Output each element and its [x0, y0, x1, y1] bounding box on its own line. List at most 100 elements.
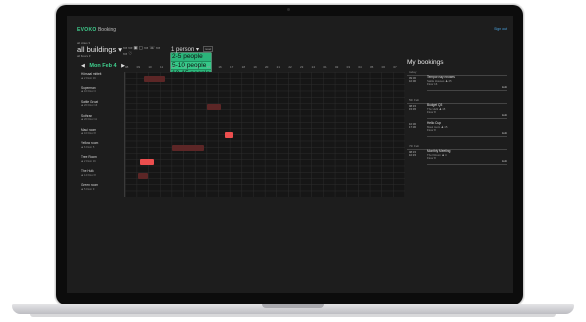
edit-booking-button[interactable]: Edit [502, 159, 507, 163]
booking-floor: Floor 16 [427, 82, 438, 86]
laptop-notch [262, 304, 324, 308]
hour-label: 20 [265, 65, 269, 69]
logo: EVOKO Booking [77, 27, 116, 33]
room-row[interactable]: Green room ♟ 5 Floor 9 [81, 183, 125, 191]
room-meta: ♟ 10 Floor 3 [81, 90, 96, 94]
floor-select[interactable]: all floors ▾ [77, 54, 91, 58]
hour-label: 17 [230, 65, 234, 69]
room-row[interactable]: Tree Room ♟ 2 Floor 16 [81, 156, 125, 163]
booking-block[interactable] [206, 103, 221, 110]
equipment-filter-icon[interactable]: ☏ [149, 45, 155, 51]
app-screen: EVOKO Booking Sign out all cities ▾ all … [67, 16, 513, 293]
room-meta: ♟ 16 Floor 8 [81, 132, 96, 136]
equipment-filter-icon[interactable]: ▭ [156, 45, 160, 51]
hour-label: 04 [358, 65, 362, 69]
equipment-filter-icon[interactable]: ▭ [144, 45, 148, 51]
hour-label: 03 [346, 65, 350, 69]
hour-label: 11 [160, 65, 164, 69]
my-bookings-divider [407, 74, 507, 75]
booking-floor: Floor 8 [427, 110, 436, 114]
my-bookings-divider [407, 148, 507, 149]
date-navigation: ◀ Mon Feb 4 ▶ [81, 63, 125, 69]
hour-label: 16 [218, 65, 222, 69]
room-meta: ♟ 2 Floor 16 [81, 76, 96, 80]
hour-label: 13 [183, 65, 187, 69]
people-select[interactable]: 1 person ▾ reset [171, 46, 214, 53]
booking-time: 08:15 10:15 [409, 150, 416, 158]
room-row[interactable]: Hörsaal mitteit ♟ 2 Floor 16 [81, 72, 125, 80]
edit-booking-button[interactable]: Edit [502, 85, 507, 89]
signout-link[interactable]: Sign out [494, 27, 507, 31]
hour-label: 06 [381, 65, 385, 69]
booking-floor: Floor 8 [427, 156, 436, 160]
hour-label: 15 [206, 65, 210, 69]
room-row[interactable]: Maui room ♟ 16 Floor 8 [81, 128, 125, 136]
booking-time: 09:30 10:00 [409, 76, 416, 84]
equipment-filter-icon[interactable]: ▢ [139, 45, 143, 51]
hour-axis: 08 09 10 11 12 13 14 15 16 17 18 19 20 21 22 23 24 01 02 03… [124, 65, 404, 70]
my-bookings-day: 5th Feb [409, 98, 420, 102]
people-option[interactable]: 2-5 people [171, 53, 211, 62]
hour-label: 18 [241, 65, 245, 69]
booking-block[interactable] [140, 159, 155, 166]
hour-label: 07 [393, 65, 397, 69]
camera-icon [287, 8, 290, 11]
hour-label: 21 [276, 65, 280, 69]
my-bookings-divider [427, 118, 507, 119]
room-meta: ♟ 20 Floor 11 [81, 118, 97, 122]
my-booking-item[interactable]: Tempor nay nnowrs Sattle Houses ♟ 25 Floor… [427, 75, 507, 89]
hour-label: 12 [171, 65, 175, 69]
my-bookings-day: 7th Feb [409, 144, 420, 148]
hour-label: 05 [370, 65, 374, 69]
equipment-filter: ▭▭▣▢▭☏▭▭♡ [123, 45, 163, 57]
my-bookings-divider [427, 136, 507, 137]
booking-block[interactable] [225, 131, 234, 138]
my-bookings-divider [427, 90, 507, 91]
booking-block[interactable] [143, 76, 165, 82]
reset-button[interactable]: reset [202, 46, 214, 53]
product-name: Booking [97, 27, 117, 33]
current-date: Mon Feb 4 [89, 63, 117, 69]
hour-label: 24 [311, 65, 315, 69]
booking-block[interactable] [137, 173, 149, 180]
prev-day-icon[interactable]: ◀ [81, 63, 85, 69]
my-booking-item[interactable]: Budget Q3 The Hulk ♟ 15 Floor 8 Edit [427, 103, 507, 117]
laptop-base [12, 304, 574, 314]
equipment-filter-icon[interactable]: ♡ [128, 51, 132, 57]
hour-label: 22 [288, 65, 292, 69]
my-booking-item[interactable]: Hello Cup Maui room ♟ 15 Floor 8 Edit [427, 121, 507, 135]
laptop-base-shadow [30, 314, 556, 317]
hour-label: 23 [300, 65, 304, 69]
schedule-grid[interactable] [124, 72, 405, 197]
edit-booking-button[interactable]: Edit [502, 131, 507, 135]
hour-label: 19 [253, 65, 257, 69]
booking-time: 10:30 17:30 [409, 122, 416, 130]
equipment-filter-icon[interactable]: ▭ [123, 51, 127, 57]
room-meta: ♟ 20 Floor 16 [81, 104, 98, 108]
booking-time: 08:15 15:45 [409, 104, 416, 112]
hour-label: 01 [323, 65, 327, 69]
my-bookings-divider [407, 102, 507, 103]
hour-label: 14 [195, 65, 199, 69]
hour-label: 08 [125, 65, 129, 69]
room-row[interactable]: Superman ♟ 10 Floor 3 [81, 86, 125, 94]
my-bookings-day: today [409, 70, 417, 74]
room-row[interactable]: Sothran ♟ 20 Floor 11 [81, 114, 125, 122]
equipment-filter-icon[interactable]: ▣ [134, 45, 138, 51]
my-bookings-title: My bookings [407, 59, 444, 66]
brand-name: EVOKO [77, 27, 97, 33]
my-booking-item[interactable]: Monthly Meeting Thor Room ♟ 4 Floor 8 Edit [427, 149, 507, 163]
room-row[interactable]: The Hulk ♟ 14 Floor 8 [81, 170, 125, 177]
booking-floor: Floor 8 [427, 128, 436, 132]
room-row[interactable]: Yellow room ♟ 6 Floor 5 [81, 142, 125, 149]
room-meta: ♟ 14 Floor 8 [81, 173, 96, 177]
hour-label: 02 [335, 65, 339, 69]
edit-booking-button[interactable]: Edit [502, 113, 507, 117]
hour-label: 10 [148, 65, 152, 69]
room-meta: ♟ 2 Floor 16 [81, 159, 96, 163]
room-meta: ♟ 5 Floor 9 [81, 187, 95, 191]
booking-block[interactable] [171, 145, 205, 152]
room-row[interactable]: Sattle Groat ♟ 20 Floor 16 [81, 100, 125, 108]
building-select[interactable]: all buildings ▾ [77, 45, 122, 54]
hour-label: 09 [136, 65, 140, 69]
